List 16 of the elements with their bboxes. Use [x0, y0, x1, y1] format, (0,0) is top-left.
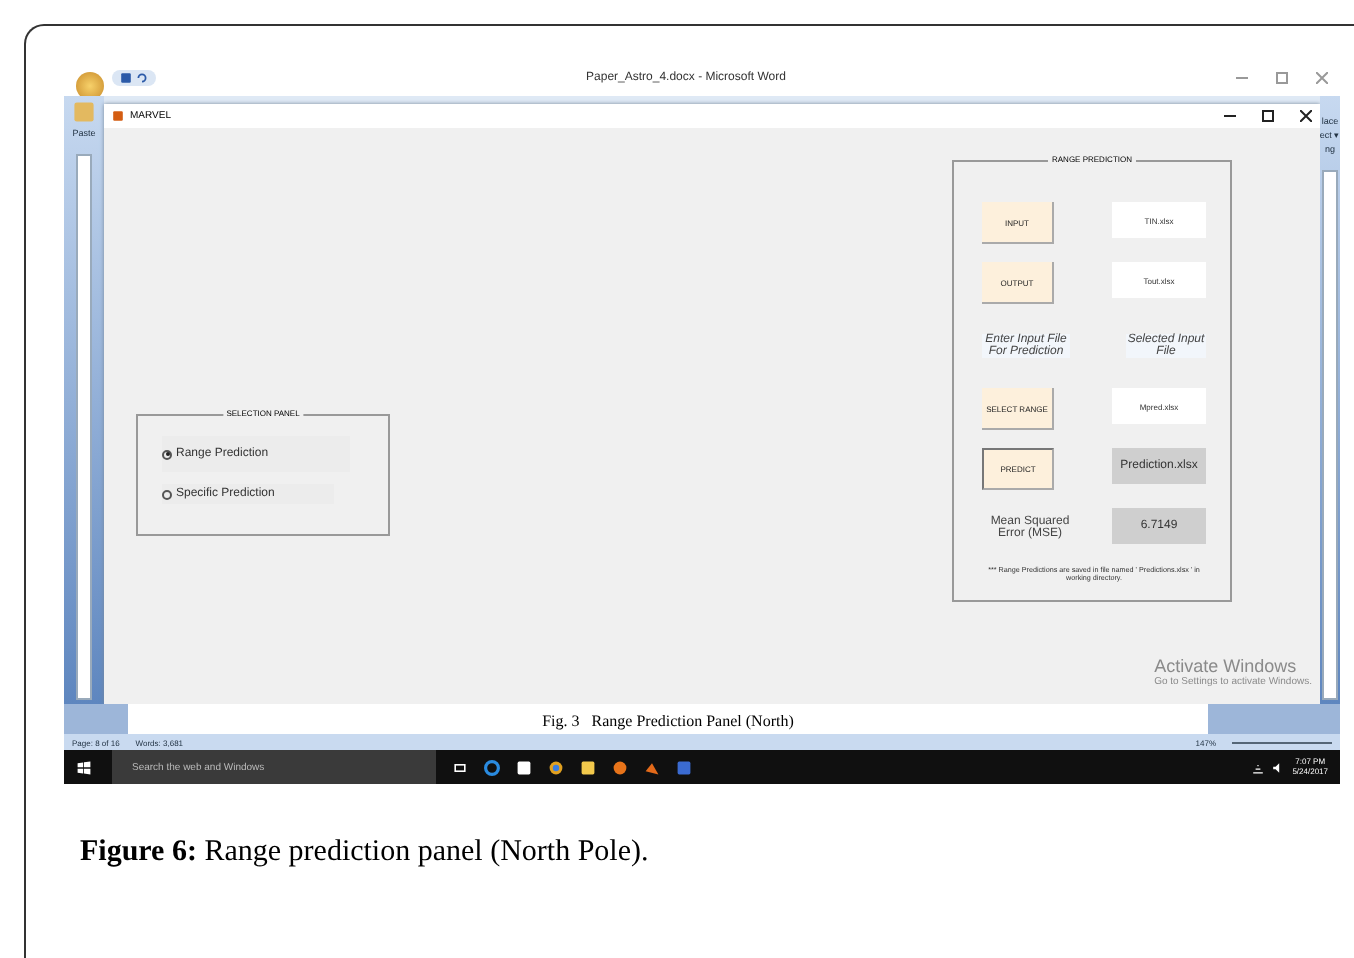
globe-icon[interactable] — [548, 759, 564, 775]
undo-icon[interactable] — [136, 72, 148, 84]
save-icon[interactable] — [120, 72, 132, 84]
speaker-icon[interactable] — [1272, 761, 1285, 773]
browser-icon[interactable] — [484, 759, 500, 775]
network-icon[interactable] — [1252, 761, 1265, 773]
minimize-button[interactable] — [1224, 110, 1236, 122]
app-icon[interactable] — [112, 110, 124, 122]
document-caption: Fig. 3 Range Prediction Panel (North) — [128, 704, 1208, 734]
activation-title: Activate Windows — [1154, 656, 1299, 676]
maximize-button[interactable] — [1262, 110, 1274, 122]
figure-caption: Figure 6: Range prediction panel (North Pole). — [80, 836, 651, 870]
windows-logo-icon[interactable] — [76, 759, 92, 775]
browser-icon[interactable] — [612, 759, 628, 775]
task-view-icon[interactable] — [452, 759, 468, 775]
close-button[interactable] — [1300, 110, 1312, 122]
